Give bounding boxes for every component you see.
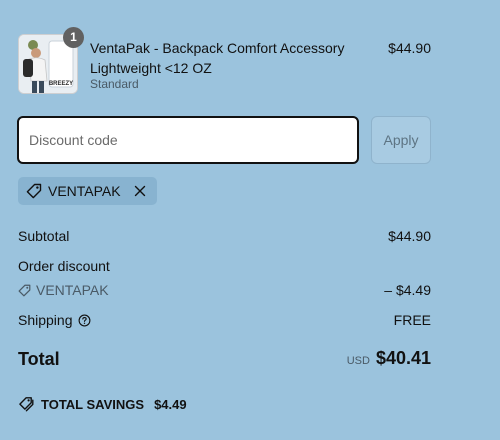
subtotal-value: $44.90 <box>388 228 431 244</box>
discount-code-text: VENTAPAK <box>36 282 109 298</box>
discount-code-input[interactable] <box>17 116 359 164</box>
order-discount-label: Order discount <box>18 258 110 274</box>
currency-code: USD <box>346 355 370 367</box>
quantity-badge: 1 <box>63 27 84 48</box>
product-variant: Standard <box>90 77 139 91</box>
total-amount: $40.41 <box>375 348 431 368</box>
close-icon <box>134 185 145 197</box>
line-item: BREEZY 1 VentaPak - Backpack Comfort Acc… <box>18 27 431 94</box>
total-value-group: USD $40.41 <box>347 348 431 369</box>
discount-code-line: VENTAPAK <box>18 281 109 299</box>
shipping-value: FREE <box>393 312 431 328</box>
product-price: $44.90 <box>388 40 431 56</box>
product-image-brand-text: BREEZY <box>49 81 73 87</box>
tag-icon <box>26 183 42 199</box>
total-label: Total <box>18 349 60 369</box>
product-title: VentaPak - Backpack Comfort Accessory Li… <box>90 40 345 76</box>
apply-discount-button[interactable]: Apply <box>371 116 431 164</box>
tag-icon <box>18 284 31 297</box>
total-savings: TOTAL SAVINGS $4.49 <box>18 396 187 412</box>
double-tag-icon <box>18 396 34 412</box>
remove-discount-button[interactable] <box>133 184 147 198</box>
discount-value: – $4.49 <box>384 282 431 298</box>
subtotal-label: Subtotal <box>18 228 70 244</box>
shipping-label-group: Shipping <box>18 311 91 329</box>
help-circle-icon[interactable] <box>78 314 91 327</box>
applied-discount-chip: VENTAPAK <box>18 177 157 205</box>
total-savings-amount: $4.49 <box>154 396 187 412</box>
shipping-label: Shipping <box>18 312 73 328</box>
total-savings-label: TOTAL SAVINGS <box>41 396 145 412</box>
applied-discount-code: VENTAPAK <box>48 183 121 199</box>
